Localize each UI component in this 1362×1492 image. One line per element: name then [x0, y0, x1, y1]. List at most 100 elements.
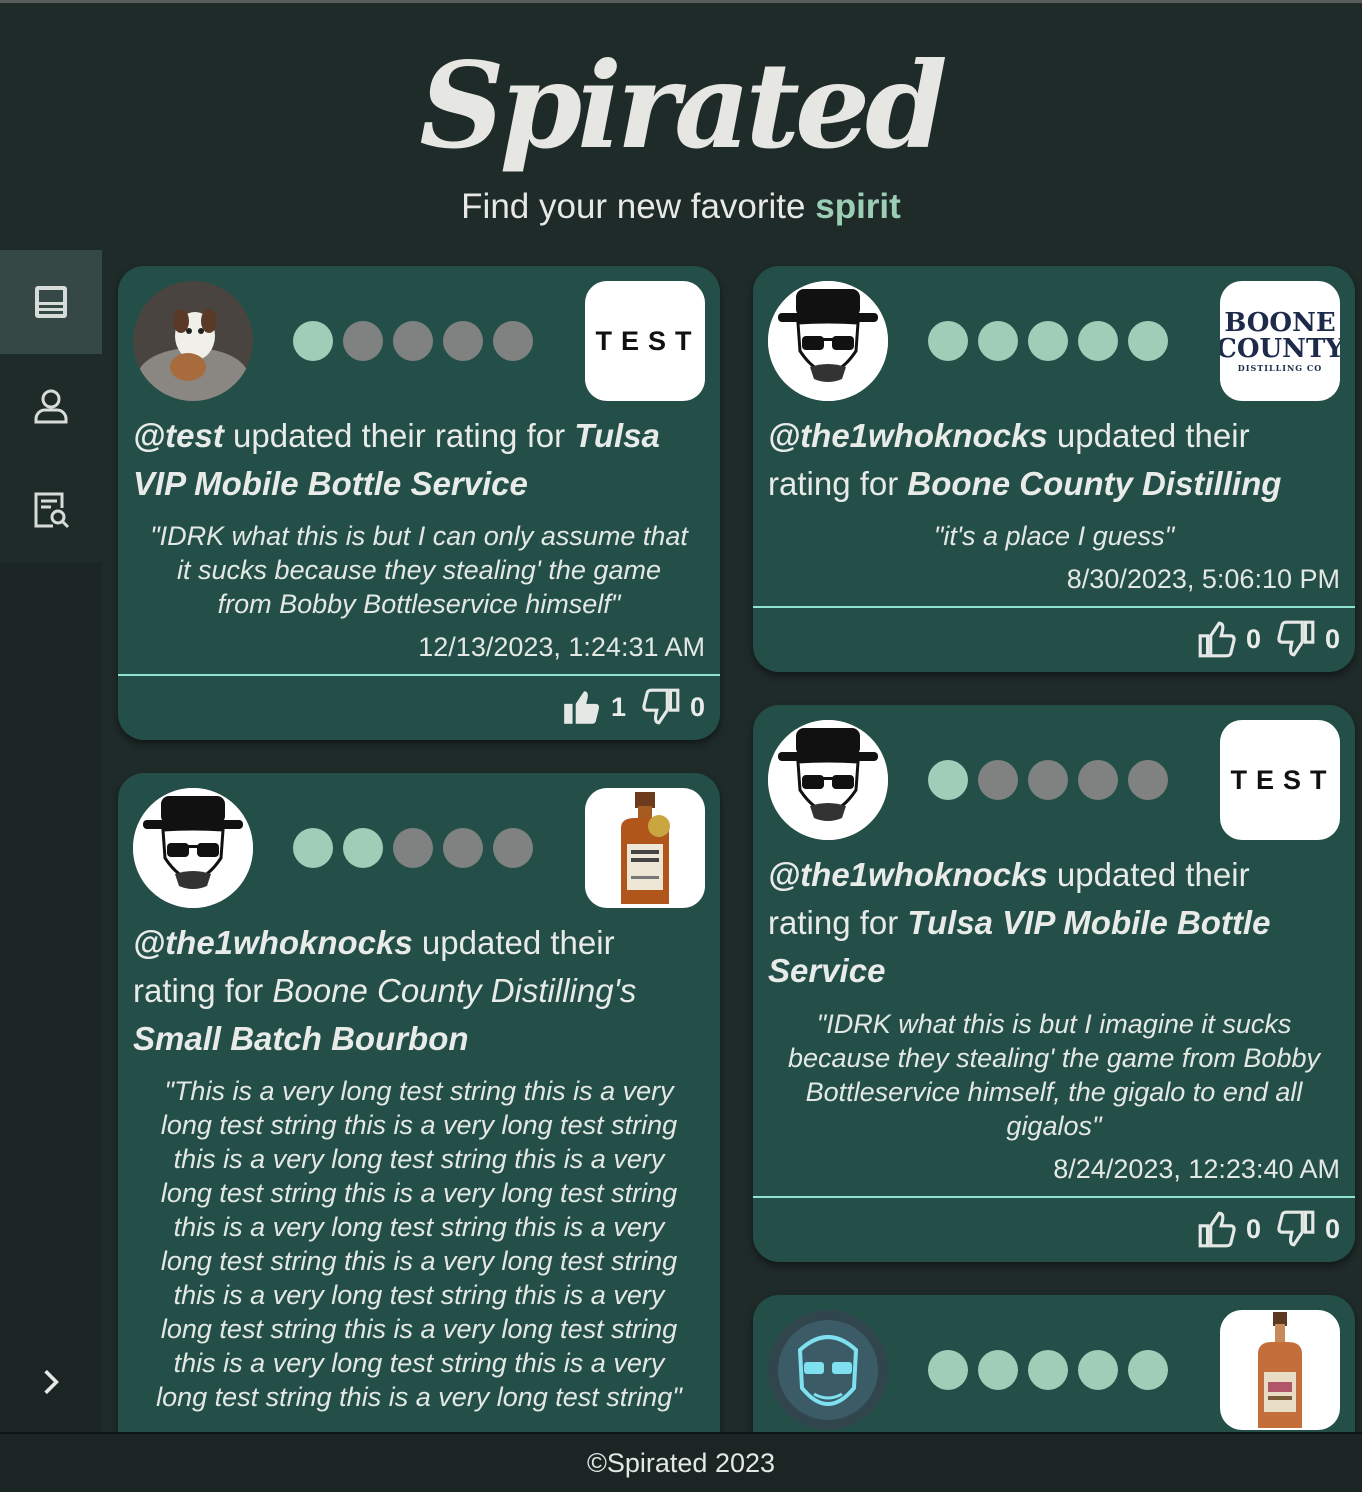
sidebar-item-profile[interactable] — [0, 354, 102, 458]
card-divider — [118, 674, 720, 676]
sidebar-item-search[interactable] — [0, 458, 102, 562]
thumbs-up-icon[interactable] — [1196, 1208, 1238, 1250]
logo-line: BOONE — [1224, 308, 1336, 338]
sidebar-nav — [0, 250, 102, 562]
spirit-link[interactable]: Small Batch Bourbon — [133, 1020, 469, 1057]
rating-dot — [1128, 321, 1168, 361]
spirit-thumbnail[interactable]: BOONE COUNTY DISTILLING CO — [1220, 281, 1340, 401]
review-date: 12/13/2023, 1:24:31 AM — [418, 632, 705, 662]
rating-dot — [393, 321, 433, 361]
rating-dot — [443, 828, 483, 868]
bourbon-bottle-image — [621, 792, 670, 904]
avatar-heisenberg[interactable] — [768, 720, 888, 840]
thumbnail-logo-text: TEST — [595, 325, 701, 356]
spirit-thumbnail[interactable] — [585, 788, 705, 908]
dislike-count: 0 — [1324, 623, 1340, 654]
feed-card: BOONE COUNTY DISTILLING CO @the1whoknock… — [753, 266, 1355, 672]
vote-bar: 0 0 — [1196, 1208, 1340, 1250]
rating-dot — [1078, 321, 1118, 361]
card-headline: @the1whoknocks updated their rating for … — [768, 851, 1340, 995]
logo-line: COUNTY — [1220, 334, 1340, 364]
thumbs-up-filled-icon[interactable] — [561, 686, 603, 728]
rating-dot — [493, 321, 533, 361]
thumbs-down-icon[interactable] — [1275, 618, 1317, 660]
tagline-text: Find your new favorite — [461, 187, 816, 226]
card-divider — [753, 606, 1355, 608]
rating-dots — [293, 321, 533, 361]
review-date: 8/30/2023, 5:06:10 PM — [1066, 564, 1340, 594]
dislike-count: 0 — [689, 691, 705, 722]
review-text: "IDRK what this is but I can only assume… — [150, 521, 688, 619]
like-count: 0 — [1245, 623, 1261, 654]
username-link[interactable]: @the1whoknocks — [768, 856, 1048, 893]
user-icon — [34, 389, 68, 424]
rating-dot — [1128, 760, 1168, 800]
avatar-neon-face[interactable] — [768, 1310, 888, 1430]
rating-dot — [443, 321, 483, 361]
sidebar-expand-button[interactable] — [0, 1352, 102, 1412]
rating-dots — [928, 321, 1168, 361]
sidebar-item-feed[interactable] — [0, 250, 102, 354]
avatar-heisenberg[interactable] — [768, 281, 888, 401]
feed-card: TEST @the1whoknocks updated their rating… — [753, 705, 1355, 1262]
feed-icon — [35, 286, 67, 318]
rating-dot — [493, 828, 533, 868]
username-link[interactable]: @the1whoknocks — [133, 924, 413, 961]
rating-dot — [928, 1350, 968, 1390]
rating-dot — [343, 321, 383, 361]
headline-text: updated their rating for — [223, 417, 575, 454]
brand-link[interactable]: Boone County Distilling's — [272, 972, 636, 1009]
like-count: 1 — [610, 691, 626, 722]
rating-dot — [1028, 321, 1068, 361]
copyright-text: ©Spirated 2023 — [586, 1448, 776, 1478]
rating-dot — [293, 321, 333, 361]
card-headline: @the1whoknocks updated their rating for … — [133, 919, 705, 1063]
thumbs-down-icon[interactable] — [1275, 1208, 1317, 1250]
rating-dot — [1028, 760, 1068, 800]
thumbnail-logo-text: TEST — [1230, 764, 1336, 795]
username-link[interactable]: @the1whoknocks — [768, 417, 1048, 454]
card-headline: @test updated their rating for Tulsa VIP… — [133, 412, 705, 508]
card-divider — [753, 1196, 1355, 1198]
spirit-thumbnail[interactable]: TEST — [1220, 720, 1340, 840]
dislike-count: 0 — [1324, 1213, 1340, 1244]
search-list-icon — [34, 492, 70, 529]
rating-dot — [978, 760, 1018, 800]
rating-dots — [928, 1350, 1168, 1390]
spirit-thumbnail[interactable] — [1220, 1310, 1340, 1430]
avatar-dog[interactable] — [133, 281, 253, 401]
spirit-thumbnail[interactable]: TEST — [585, 281, 705, 401]
rating-dot — [928, 760, 968, 800]
username-link[interactable]: @test — [133, 417, 224, 454]
rating-dot — [393, 828, 433, 868]
rating-dots — [293, 828, 533, 868]
rating-dot — [1028, 1350, 1068, 1390]
rating-dot — [1128, 1350, 1168, 1390]
boone-county-logo: BOONE COUNTY DISTILLING CO — [1220, 310, 1340, 372]
avatar-heisenberg[interactable] — [133, 788, 253, 908]
rating-dot — [978, 1350, 1018, 1390]
feed-card: @the1whoknocks updated their rating for … — [118, 773, 720, 1432]
rating-dot — [343, 828, 383, 868]
rating-dot — [1078, 760, 1118, 800]
thumbs-down-icon[interactable] — [640, 686, 682, 728]
logo-line: DISTILLING CO — [1237, 363, 1323, 373]
rum-bottle-image — [1258, 1312, 1302, 1428]
activity-feed: TEST @test updated their rating for Tuls… — [102, 250, 1362, 1432]
vote-bar: 1 0 — [561, 686, 705, 728]
site-footer: ©Spirated 2023 — [0, 1432, 1362, 1492]
review-date: 8/24/2023, 12:23:40 AM — [1053, 1154, 1340, 1184]
chevron-right-icon — [44, 1369, 59, 1395]
rating-dot — [293, 828, 333, 868]
rating-dots — [928, 760, 1168, 800]
rating-dot — [1078, 1350, 1118, 1390]
card-headline: @the1whoknocks updated their rating for … — [768, 412, 1340, 508]
rating-dot — [978, 321, 1018, 361]
spirit-link[interactable]: Boone County Distilling — [907, 465, 1281, 502]
feed-card — [753, 1295, 1355, 1432]
site-header: Spirated Find your new favorite spirit — [0, 3, 1362, 250]
sidebar — [0, 250, 102, 1432]
site-logo[interactable]: Spirated — [0, 31, 1362, 181]
review-text: "IDRK what this is but I imagine it suck… — [788, 1009, 1320, 1141]
thumbs-up-icon[interactable] — [1196, 618, 1238, 660]
